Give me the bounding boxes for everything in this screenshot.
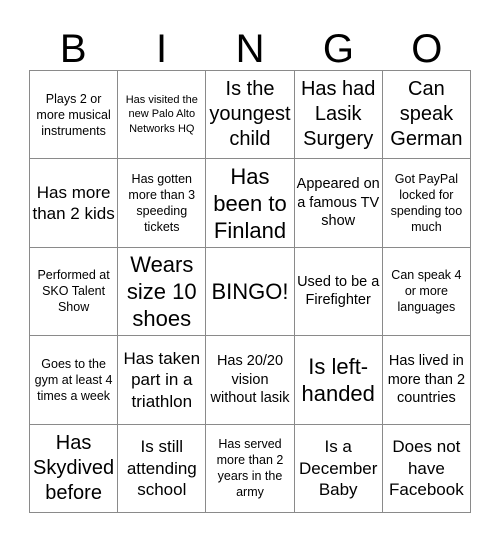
bingo-cell-r4c2[interactable]: Has taken part in a triathlon xyxy=(118,336,207,425)
bingo-cell-label: Used to be a Firefighter xyxy=(297,273,380,309)
bingo-cell-label: Is the youngest child xyxy=(209,78,291,151)
bingo-cell-label: Has gotten more than 3 speeding tickets xyxy=(128,172,196,235)
bingo-cell-label: Has been to Finland xyxy=(213,163,287,243)
bingo-cell-label: Is a December Baby xyxy=(298,437,378,500)
bingo-cell-r5c4[interactable]: Is a December Baby xyxy=(294,424,383,513)
bingo-cell-label: Has visited the new Palo Alto Networks H… xyxy=(125,93,198,135)
bingo-cell-label: Appeared on a famous TV show xyxy=(296,176,380,230)
header-letter-i: I xyxy=(156,27,168,71)
bingo-cell-label: Can speak 4 or more languages xyxy=(391,268,462,315)
bingo-cell-label: Has 20/20 vision without lasik xyxy=(210,353,290,407)
bingo-cell-r3c4[interactable]: Used to be a Firefighter xyxy=(294,247,383,337)
bingo-cell-r4c4[interactable]: Is left-handed xyxy=(294,336,383,425)
bingo-cell-r3c2[interactable]: Wears size 10 shoes xyxy=(118,247,207,337)
header-letter-n: N xyxy=(235,27,265,71)
bingo-cell-r2c2[interactable]: Has gotten more than 3 speeding tickets xyxy=(118,159,207,248)
bingo-cell-label: Performed at SKO Talent Show xyxy=(37,268,110,315)
bingo-cell-label: Does not have Facebook xyxy=(389,437,464,500)
bingo-cell-r2c3[interactable]: Has been to Finland xyxy=(206,159,295,248)
bingo-cell-label: Has more than 2 kids xyxy=(32,182,115,224)
bingo-cell-label: Has served more than 2 years in the army xyxy=(216,437,284,500)
bingo-cell-label: Is still attending school xyxy=(126,437,197,500)
header-letter-b: B xyxy=(59,27,87,71)
bingo-cell-label: Has taken part in a triathlon xyxy=(123,348,201,411)
bingo-grid: Plays 2 or more musical instruments Has … xyxy=(29,70,471,513)
header-letter-o: O xyxy=(411,27,443,71)
header-letter-g: G xyxy=(322,27,354,71)
bingo-cell-r2c4[interactable]: Appeared on a famous TV show xyxy=(294,159,383,248)
bingo-cell-label: Has lived in more than 2 countries xyxy=(387,353,466,407)
bingo-cell-label: Has had Lasik Surgery xyxy=(300,78,376,151)
bingo-card: B I N G O Plays 2 or more musical instru… xyxy=(0,0,500,544)
bingo-cell-label: Is left-handed xyxy=(301,353,375,406)
bingo-cell-label: Got PayPal locked for spending too much xyxy=(390,172,463,235)
bingo-cell-r1c2[interactable]: Has visited the new Palo Alto Networks H… xyxy=(118,71,207,160)
bingo-cell-r5c3[interactable]: Has served more than 2 years in the army xyxy=(206,424,295,513)
bingo-cell-label: Plays 2 or more musical instruments xyxy=(36,91,111,138)
bingo-cell-label: Wears size 10 shoes xyxy=(126,251,197,331)
bingo-cell-r1c3[interactable]: Is the youngest child xyxy=(206,71,295,160)
bingo-cell-r5c2[interactable]: Is still attending school xyxy=(118,424,207,513)
bingo-cell-label: Goes to the gym at least 4 times a week xyxy=(34,356,113,403)
bingo-cell-r3c5[interactable]: Can speak 4 or more languages xyxy=(382,247,471,337)
bingo-cell-r4c5[interactable]: Has lived in more than 2 countries xyxy=(382,336,471,425)
bingo-cell-label: Has Skydived before xyxy=(33,431,115,504)
bingo-cell-r5c5[interactable]: Does not have Facebook xyxy=(382,424,471,513)
bingo-cell-r4c1[interactable]: Goes to the gym at least 4 times a week xyxy=(30,336,119,425)
bingo-cell-label: Can speak German xyxy=(390,78,463,151)
bingo-cell-r1c4[interactable]: Has had Lasik Surgery xyxy=(294,71,383,160)
bingo-cell-r5c1[interactable]: Has Skydived before xyxy=(30,424,119,513)
free-space-label: BINGO! xyxy=(211,278,289,304)
bingo-cell-free-space[interactable]: BINGO! xyxy=(206,247,295,337)
bingo-header-letters: B I N G O xyxy=(29,16,471,70)
bingo-cell-r4c3[interactable]: Has 20/20 vision without lasik xyxy=(206,336,295,425)
bingo-cell-r1c1[interactable]: Plays 2 or more musical instruments xyxy=(30,71,119,160)
bingo-cell-r2c5[interactable]: Got PayPal locked for spending too much xyxy=(382,159,471,248)
bingo-cell-r3c1[interactable]: Performed at SKO Talent Show xyxy=(30,247,119,337)
bingo-cell-r2c1[interactable]: Has more than 2 kids xyxy=(30,159,119,248)
bingo-cell-r1c5[interactable]: Can speak German xyxy=(382,71,471,160)
